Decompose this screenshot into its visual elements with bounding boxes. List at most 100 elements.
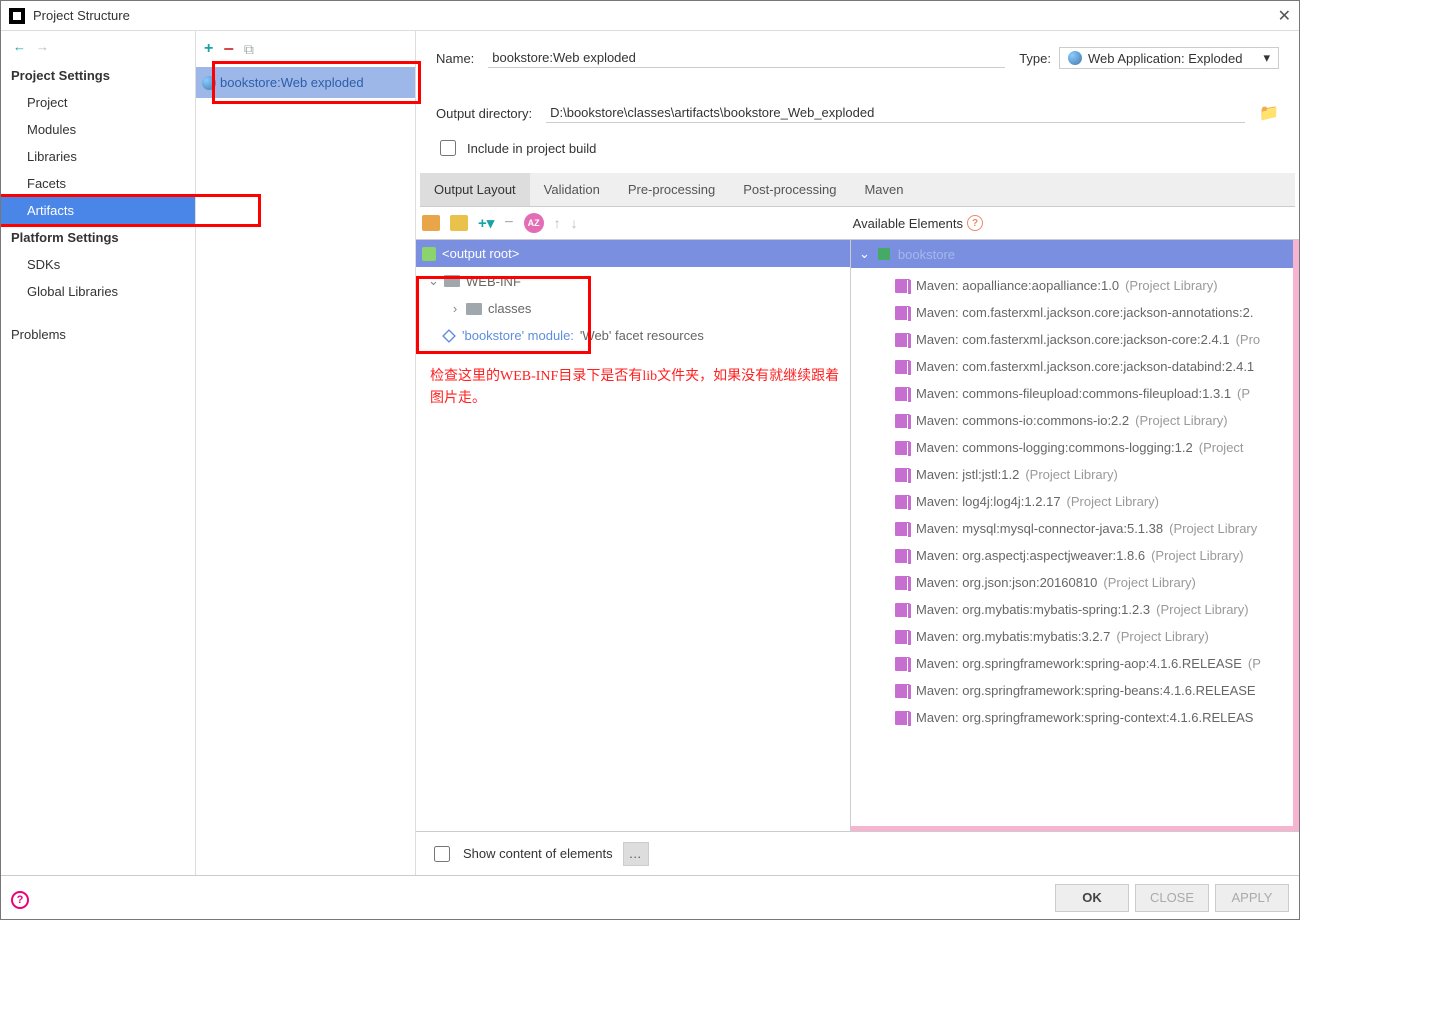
tree-node-webinf[interactable]: ⌄ WEB-INF	[416, 267, 850, 295]
include-build-label: Include in project build	[467, 141, 596, 156]
artifact-item-bookstore[interactable]: bookstore:Web exploded	[196, 67, 415, 98]
library-icon	[895, 684, 910, 698]
library-name: Maven: com.fasterxml.jackson.core:jackso…	[916, 332, 1230, 347]
library-name: Maven: org.aspectj:aspectjweaver:1.8.6	[916, 548, 1145, 563]
expand-icon[interactable]: ›	[450, 301, 460, 316]
library-item[interactable]: Maven: jstl:jstl:1.2 (Project Library)	[851, 461, 1299, 488]
library-item[interactable]: Maven: commons-io:commons-io:2.2 (Projec…	[851, 407, 1299, 434]
sidebar-item-global-libraries[interactable]: Global Libraries	[1, 278, 195, 305]
output-root-label: <output root>	[442, 246, 519, 261]
library-item[interactable]: Maven: commons-fileupload:commons-fileup…	[851, 380, 1299, 407]
help-icon[interactable]: ?	[967, 215, 983, 231]
sidebar-item-facets[interactable]: Facets	[1, 170, 195, 197]
close-icon[interactable]: ✕	[1278, 6, 1291, 26]
show-content-checkbox[interactable]	[434, 846, 450, 862]
available-elements-label: Available Elements	[853, 216, 963, 231]
output-root[interactable]: <output root>	[416, 240, 850, 267]
expand-icon[interactable]: ⌄	[859, 246, 870, 262]
sidebar-item-libraries[interactable]: Libraries	[1, 143, 195, 170]
sort-az-icon[interactable]: AZ	[524, 213, 544, 233]
avail-root-bookstore[interactable]: ⌄ bookstore	[851, 240, 1299, 268]
tab-maven[interactable]: Maven	[850, 173, 917, 206]
module-icon	[442, 329, 456, 343]
ok-button[interactable]: OK	[1055, 884, 1129, 912]
tab-validation[interactable]: Validation	[530, 173, 614, 206]
library-name: Maven: com.fasterxml.jackson.core:jackso…	[916, 359, 1254, 374]
library-suffix: (Pro	[1236, 332, 1261, 347]
root-icon	[422, 247, 436, 261]
library-suffix: (Project Library)	[1156, 602, 1248, 617]
expand-icon[interactable]: ⌄	[428, 273, 438, 289]
folder-icon	[466, 303, 482, 315]
move-up-icon[interactable]: ↑	[554, 215, 561, 231]
library-item[interactable]: Maven: org.mybatis:mybatis:3.2.7 (Projec…	[851, 623, 1299, 650]
folder-icon	[444, 275, 460, 287]
apply-button[interactable]: APPLY	[1215, 884, 1289, 912]
library-item[interactable]: Maven: aopalliance:aopalliance:1.0 (Proj…	[851, 272, 1299, 299]
back-icon[interactable]: ←	[13, 39, 26, 54]
library-suffix: (Project Library	[1169, 521, 1257, 536]
library-item[interactable]: Maven: commons-logging:commons-logging:1…	[851, 434, 1299, 461]
new-folder-icon[interactable]	[422, 215, 440, 231]
library-icon	[895, 279, 910, 293]
library-item[interactable]: Maven: org.aspectj:aspectjweaver:1.8.6 (…	[851, 542, 1299, 569]
copy-artifact-icon[interactable]: ⧉	[244, 41, 254, 58]
section-header-project-settings: Project Settings	[1, 62, 195, 89]
forward-icon[interactable]: →	[36, 39, 49, 54]
library-suffix: (Project Library)	[1067, 494, 1159, 509]
close-button[interactable]: CLOSE	[1135, 884, 1209, 912]
tab-pre-processing[interactable]: Pre-processing	[614, 173, 729, 206]
browse-folder-icon[interactable]: 📁	[1259, 103, 1279, 123]
configure-button[interactable]: …	[623, 842, 649, 866]
tab-post-processing[interactable]: Post-processing	[729, 173, 850, 206]
library-icon	[895, 360, 910, 374]
library-item[interactable]: Maven: org.mybatis:mybatis-spring:1.2.3 …	[851, 596, 1299, 623]
library-item[interactable]: Maven: org.springframework:spring-beans:…	[851, 677, 1299, 704]
name-label: Name:	[436, 51, 474, 66]
help-button[interactable]: ?	[11, 891, 29, 909]
library-icon	[895, 387, 910, 401]
remove-artifact-icon[interactable]: −	[223, 39, 234, 60]
tree-node-module[interactable]: 'bookstore' module: 'Web' facet resource…	[416, 322, 850, 349]
sidebar-item-project[interactable]: Project	[1, 89, 195, 116]
library-suffix: (Project Library)	[1116, 629, 1208, 644]
library-item[interactable]: Maven: com.fasterxml.jackson.core:jackso…	[851, 299, 1299, 326]
name-field[interactable]: bookstore:Web exploded	[488, 48, 1005, 68]
library-icon	[895, 549, 910, 563]
webinf-label: WEB-INF	[466, 274, 521, 289]
app-icon	[9, 8, 25, 24]
window-title: Project Structure	[33, 8, 1278, 23]
new-archive-icon[interactable]	[450, 215, 468, 231]
sidebar-item-modules[interactable]: Modules	[1, 116, 195, 143]
library-item[interactable]: Maven: mysql:mysql-connector-java:5.1.38…	[851, 515, 1299, 542]
library-item[interactable]: Maven: com.fasterxml.jackson.core:jackso…	[851, 326, 1299, 353]
sidebar-item-problems[interactable]: Problems	[1, 321, 195, 348]
sidebar-item-sdks[interactable]: SDKs	[1, 251, 195, 278]
tree-node-classes[interactable]: › classes	[416, 295, 850, 322]
include-build-checkbox[interactable]	[440, 140, 456, 156]
library-name: Maven: org.mybatis:mybatis-spring:1.2.3	[916, 602, 1150, 617]
library-suffix: (Project Library)	[1103, 575, 1195, 590]
tree-toolbar: +▾ − AZ ↑ ↓ Available Elements ?	[416, 207, 1299, 239]
add-artifact-icon[interactable]: +	[204, 40, 213, 58]
sidebar-item-artifacts[interactable]: Artifacts	[1, 197, 195, 224]
library-item[interactable]: Maven: org.json:json:20160810 (Project L…	[851, 569, 1299, 596]
library-item[interactable]: Maven: log4j:log4j:1.2.17 (Project Libra…	[851, 488, 1299, 515]
move-down-icon[interactable]: ↓	[571, 215, 578, 231]
tab-output-layout[interactable]: Output Layout	[420, 173, 530, 206]
remove-icon[interactable]: −	[504, 214, 513, 232]
library-icon	[895, 603, 910, 617]
library-icon	[895, 333, 910, 347]
type-dropdown[interactable]: Web Application: Exploded ▾	[1059, 47, 1279, 69]
sidebar: ← → Project Settings Project Modules Lib…	[1, 31, 196, 875]
library-icon	[895, 306, 910, 320]
library-name: Maven: com.fasterxml.jackson.core:jackso…	[916, 305, 1253, 320]
library-suffix: (P	[1237, 386, 1250, 401]
library-item[interactable]: Maven: org.springframework:spring-contex…	[851, 704, 1299, 731]
add-copy-icon[interactable]: +▾	[478, 214, 494, 232]
library-item[interactable]: Maven: org.springframework:spring-aop:4.…	[851, 650, 1299, 677]
avail-root-label: bookstore	[898, 247, 955, 262]
outdir-field[interactable]: D:\bookstore\classes\artifacts\bookstore…	[546, 103, 1245, 123]
library-item[interactable]: Maven: com.fasterxml.jackson.core:jackso…	[851, 353, 1299, 380]
library-icon	[895, 468, 910, 482]
